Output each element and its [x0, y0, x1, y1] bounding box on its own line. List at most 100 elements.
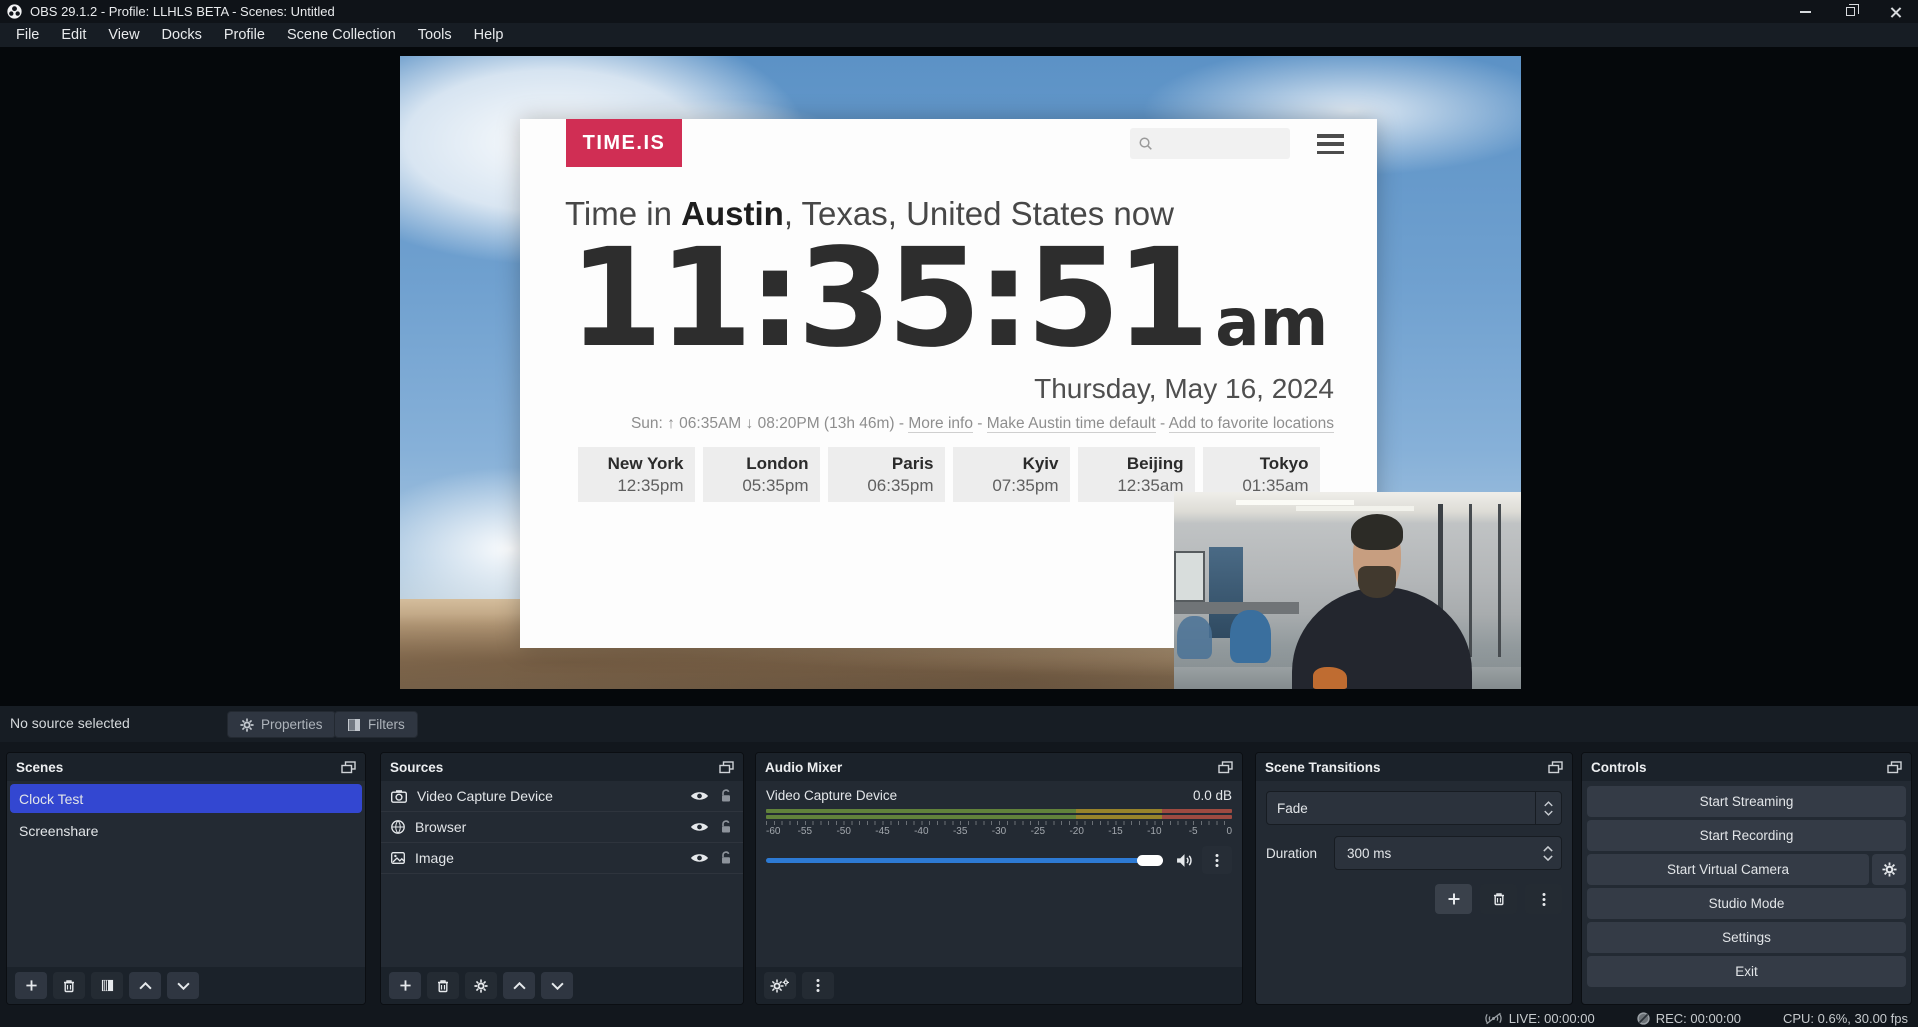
mixer-options-button[interactable] — [1202, 846, 1232, 874]
scene-down-button[interactable] — [167, 972, 199, 999]
chevron-down-icon — [1544, 810, 1553, 816]
exit-button[interactable]: Exit — [1587, 956, 1906, 987]
minimize-button[interactable] — [1783, 0, 1828, 23]
source-up-button[interactable] — [503, 972, 535, 999]
duration-spinbox[interactable]: 300 ms — [1334, 836, 1562, 870]
scene-filters-button[interactable] — [91, 972, 123, 999]
controls-header: Controls — [1582, 753, 1911, 781]
make-default-link: Make Austin time default — [987, 415, 1156, 433]
settings-button[interactable]: Settings — [1587, 922, 1906, 953]
menu-view[interactable]: View — [97, 23, 150, 47]
chevron-up-icon — [1543, 846, 1553, 852]
scene-transitions-dock: Scene Transitions Fade Duration 300 ms — [1255, 752, 1573, 1005]
virtual-camera-config-button[interactable] — [1872, 854, 1906, 885]
chevron-down-icon — [1543, 855, 1553, 861]
remove-source-button[interactable] — [427, 972, 459, 999]
scene-transitions-header: Scene Transitions — [1256, 753, 1572, 781]
mixer-menu-button[interactable] — [802, 972, 834, 999]
popout-icon[interactable] — [719, 761, 734, 774]
filters-button[interactable]: Filters — [334, 711, 418, 738]
menu-file[interactable]: File — [5, 23, 50, 47]
unlock-icon[interactable] — [719, 820, 733, 834]
trash-icon — [62, 979, 76, 993]
volume-meter — [766, 815, 1232, 819]
scene-item-screenshare[interactable]: Screenshare — [10, 816, 362, 845]
stream-inactive-icon — [1484, 1012, 1503, 1025]
city-box: Paris06:35pm — [828, 447, 945, 502]
sources-toolbar — [381, 967, 743, 1004]
unlock-icon[interactable] — [719, 789, 733, 803]
scene-preview[interactable]: TIME.IS Time in Austin, Texas, United St… — [400, 56, 1521, 689]
remove-scene-button[interactable] — [53, 972, 85, 999]
menu-tools[interactable]: Tools — [407, 23, 463, 47]
transition-select-arrows[interactable] — [1535, 792, 1561, 824]
add-source-button[interactable] — [389, 972, 421, 999]
eye-icon[interactable] — [690, 790, 709, 802]
orange-object — [1313, 667, 1348, 689]
scenes-dock: Scenes Clock Test Screenshare — [6, 752, 366, 1005]
person-head — [1353, 518, 1402, 597]
audio-mixer-toolbar — [756, 967, 1242, 1004]
start-recording-button[interactable]: Start Recording — [1587, 820, 1906, 851]
mixer-channel-level: 0.0 dB — [1193, 788, 1232, 803]
add-transition-button[interactable] — [1435, 884, 1472, 914]
cpu-fps-stats: CPU: 0.6%, 30.00 fps — [1783, 1011, 1908, 1026]
menu-docks[interactable]: Docks — [151, 23, 213, 47]
dots-vertical-icon — [1215, 853, 1219, 868]
eye-icon[interactable] — [690, 821, 709, 833]
popout-icon[interactable] — [1218, 761, 1233, 774]
volume-slider-track — [766, 858, 1163, 863]
scene-up-button[interactable] — [129, 972, 161, 999]
menu-profile[interactable]: Profile — [213, 23, 276, 47]
plus-icon — [1447, 892, 1461, 906]
advanced-audio-button[interactable] — [764, 972, 796, 999]
titlebar: OBS 29.1.2 - Profile: LLHLS BETA - Scene… — [0, 0, 1918, 23]
source-toolbar: No source selected Properties Filters — [0, 706, 1918, 742]
sources-dock: Sources Video Capture Device Browser Ima… — [380, 752, 744, 1005]
volume-slider-handle[interactable] — [1137, 855, 1163, 866]
studio-mode-button[interactable]: Studio Mode — [1587, 888, 1906, 919]
menu-scene-collection[interactable]: Scene Collection — [276, 23, 407, 47]
restore-button[interactable] — [1828, 0, 1873, 23]
search-input — [1130, 128, 1290, 159]
audio-mixer-dock: Audio Mixer Video Capture Device 0.0 dB … — [755, 752, 1243, 1005]
minimize-icon — [1800, 11, 1811, 13]
source-label: Video Capture Device — [417, 788, 680, 804]
duration-spin-arrows[interactable] — [1535, 837, 1561, 869]
menu-help[interactable]: Help — [463, 23, 515, 47]
office-chair — [1177, 616, 1212, 659]
window-title: OBS 29.1.2 - Profile: LLHLS BETA - Scene… — [30, 4, 335, 19]
advanced-audio-icon — [770, 978, 790, 994]
popout-icon[interactable] — [1887, 761, 1902, 774]
source-down-button[interactable] — [541, 972, 573, 999]
obs-window: OBS 29.1.2 - Profile: LLHLS BETA - Scene… — [0, 0, 1918, 1027]
volume-meter — [766, 809, 1232, 813]
properties-button[interactable]: Properties — [227, 711, 336, 738]
transition-select[interactable]: Fade — [1266, 791, 1562, 825]
transition-properties-button[interactable] — [1525, 884, 1562, 914]
popout-icon[interactable] — [1548, 761, 1563, 774]
clock-ampm: am — [1215, 284, 1328, 361]
audio-mixer-body: Video Capture Device 0.0 dB -60 -55 -50 … — [756, 781, 1242, 967]
unlock-icon[interactable] — [719, 851, 733, 865]
source-row-image[interactable]: Image — [381, 843, 743, 874]
source-row-video-capture[interactable]: Video Capture Device — [381, 781, 743, 812]
menu-edit[interactable]: Edit — [50, 23, 97, 47]
source-status-text: No source selected — [10, 715, 130, 731]
scene-item-clock-test[interactable]: Clock Test — [10, 784, 362, 813]
remove-transition-button[interactable] — [1480, 884, 1517, 914]
source-row-browser[interactable]: Browser — [381, 812, 743, 843]
volume-slider[interactable] — [766, 851, 1167, 869]
close-button[interactable] — [1873, 0, 1918, 23]
source-properties-button[interactable] — [465, 972, 497, 999]
audio-mixer-header: Audio Mixer — [756, 753, 1242, 781]
gear-icon — [1882, 862, 1897, 877]
speaker-icon[interactable] — [1176, 853, 1193, 868]
eye-icon[interactable] — [690, 852, 709, 864]
window-controls — [1783, 0, 1918, 23]
duration-value: 300 ms — [1335, 846, 1535, 861]
popout-icon[interactable] — [341, 761, 356, 774]
start-virtual-camera-button[interactable]: Start Virtual Camera — [1587, 854, 1869, 885]
add-scene-button[interactable] — [15, 972, 47, 999]
start-streaming-button[interactable]: Start Streaming — [1587, 786, 1906, 817]
